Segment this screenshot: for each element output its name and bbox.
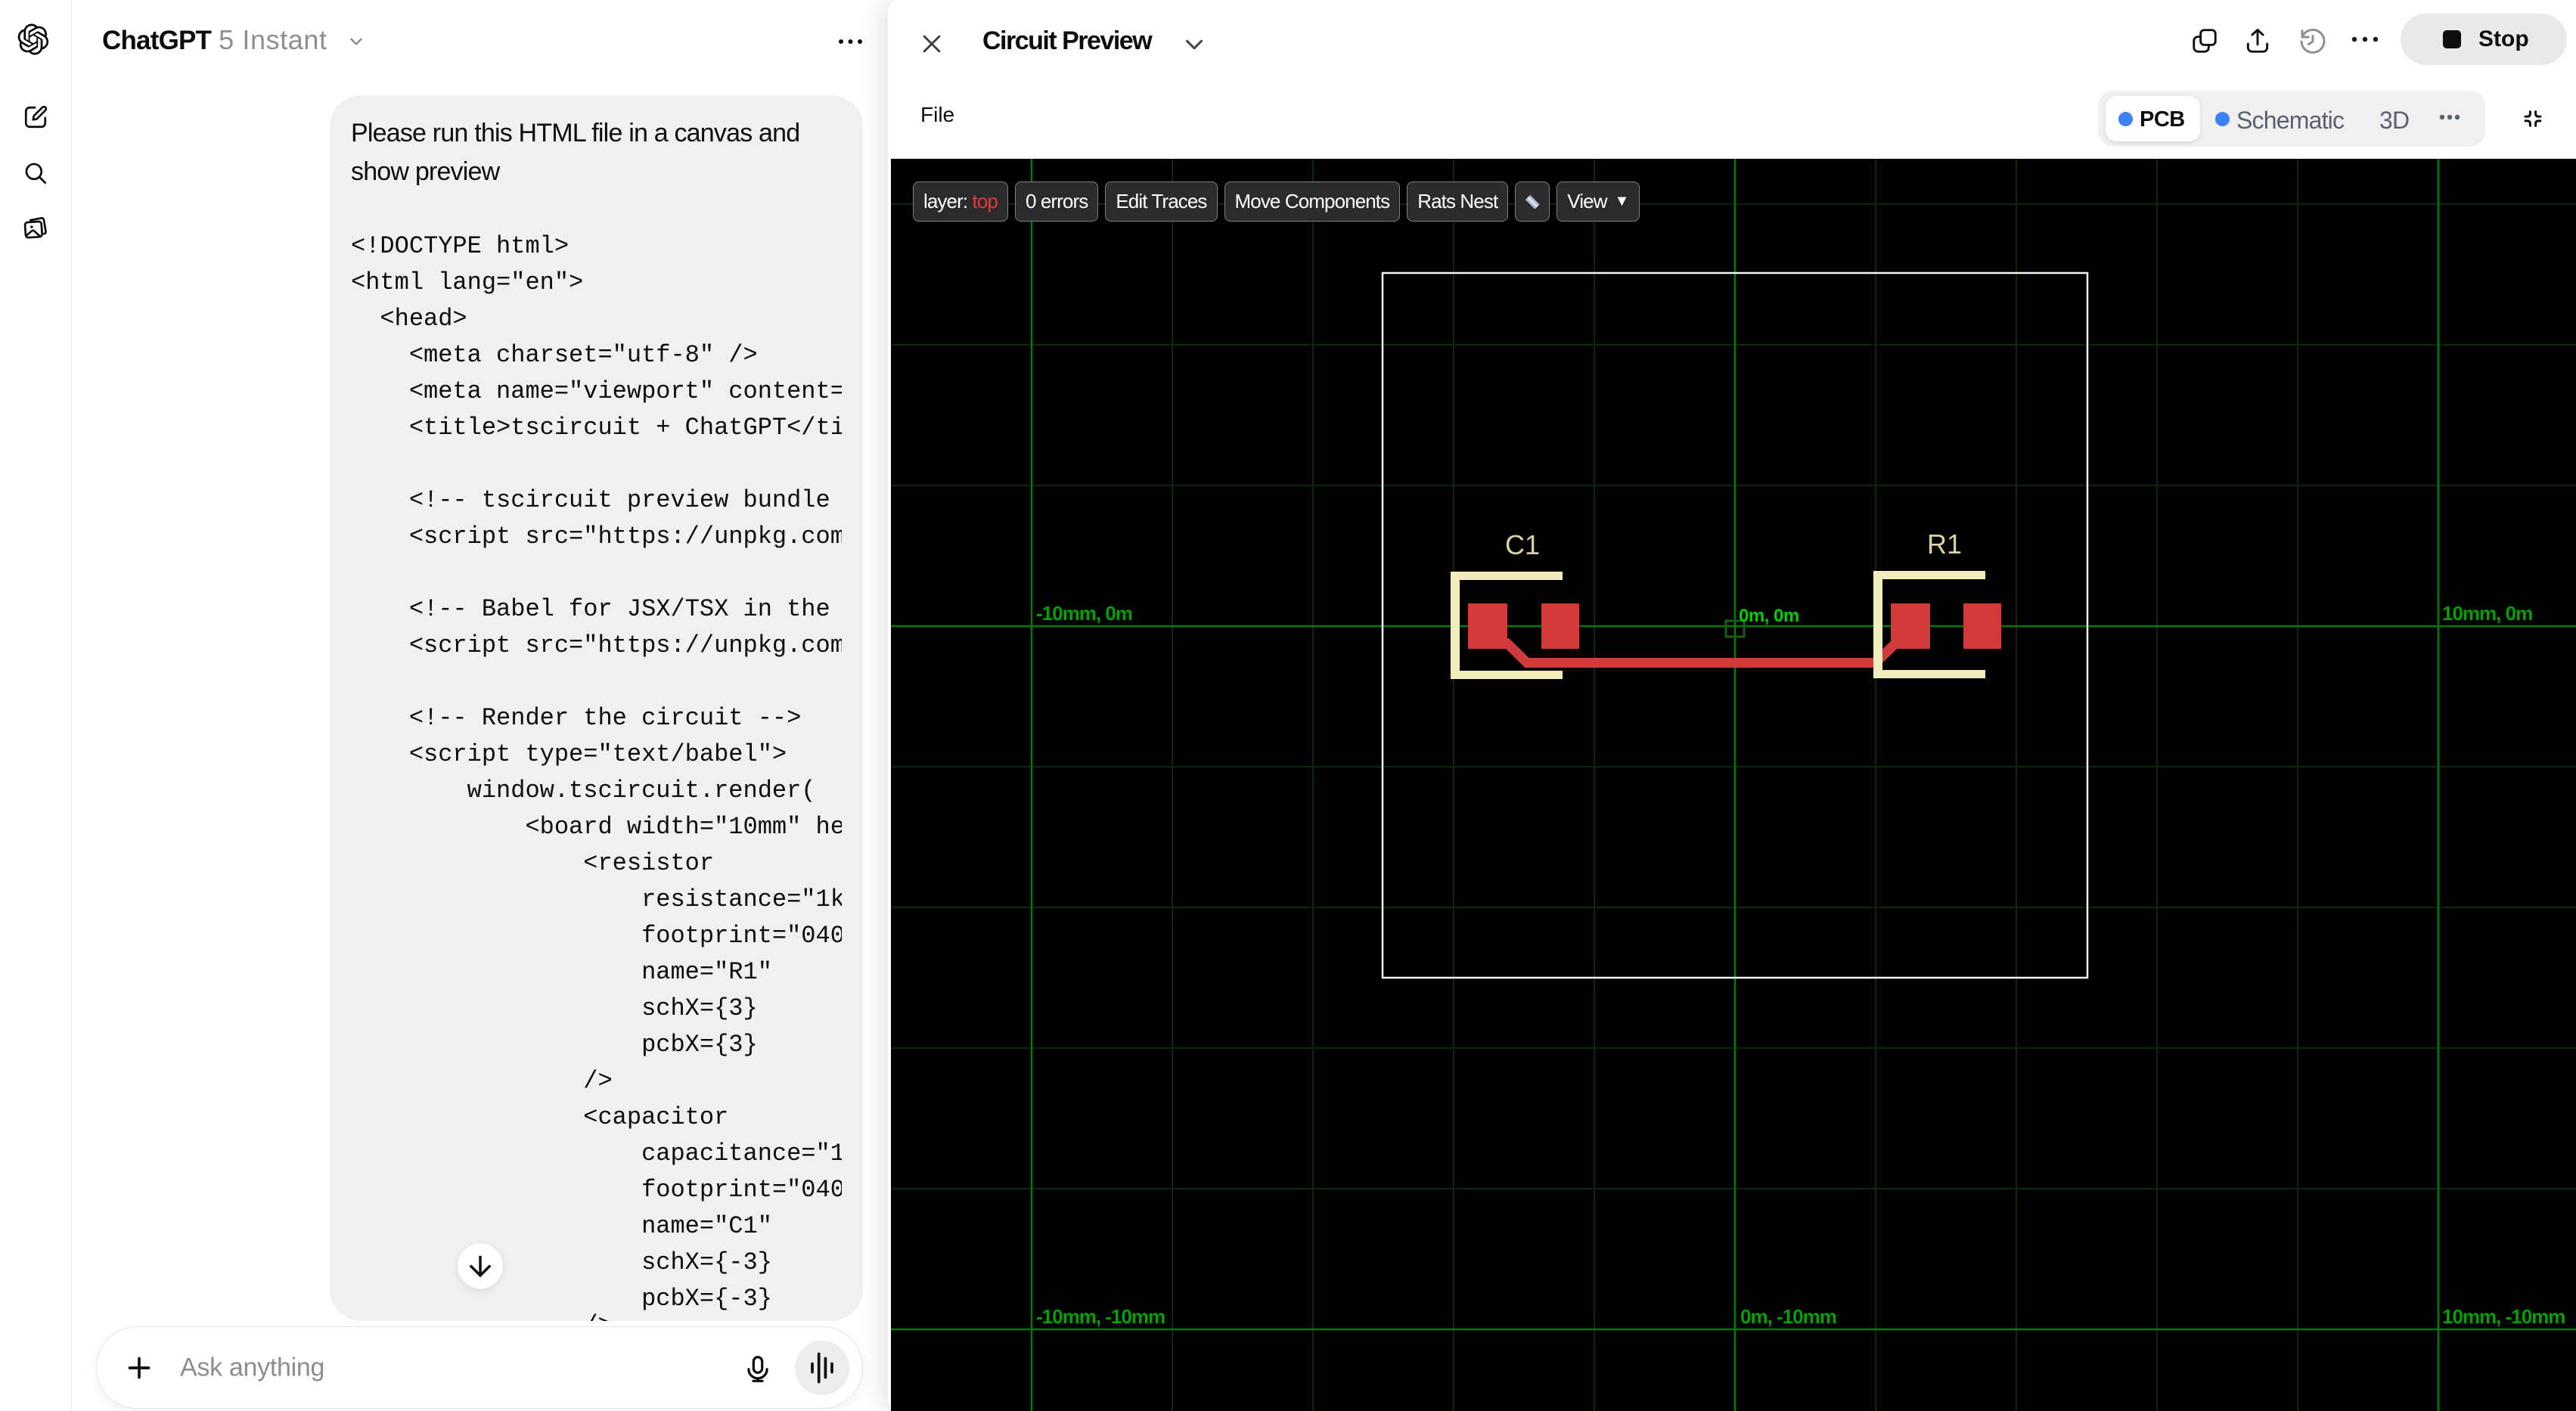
- svg-text:-10mm, 0m: -10mm, 0m: [1036, 602, 1132, 625]
- svg-text:R1: R1: [1927, 529, 1962, 560]
- svg-text:10mm, 0m: 10mm, 0m: [2442, 602, 2532, 625]
- svg-text:0m, 0m: 0m, 0m: [1739, 606, 1799, 626]
- svg-text:10mm, -10mm: 10mm, -10mm: [2442, 1305, 2565, 1328]
- svg-text:C1: C1: [1505, 529, 1540, 560]
- svg-text:-10mm, -10mm: -10mm, -10mm: [1036, 1305, 1165, 1328]
- svg-text:0m, -10mm: 0m, -10mm: [1740, 1305, 1836, 1328]
